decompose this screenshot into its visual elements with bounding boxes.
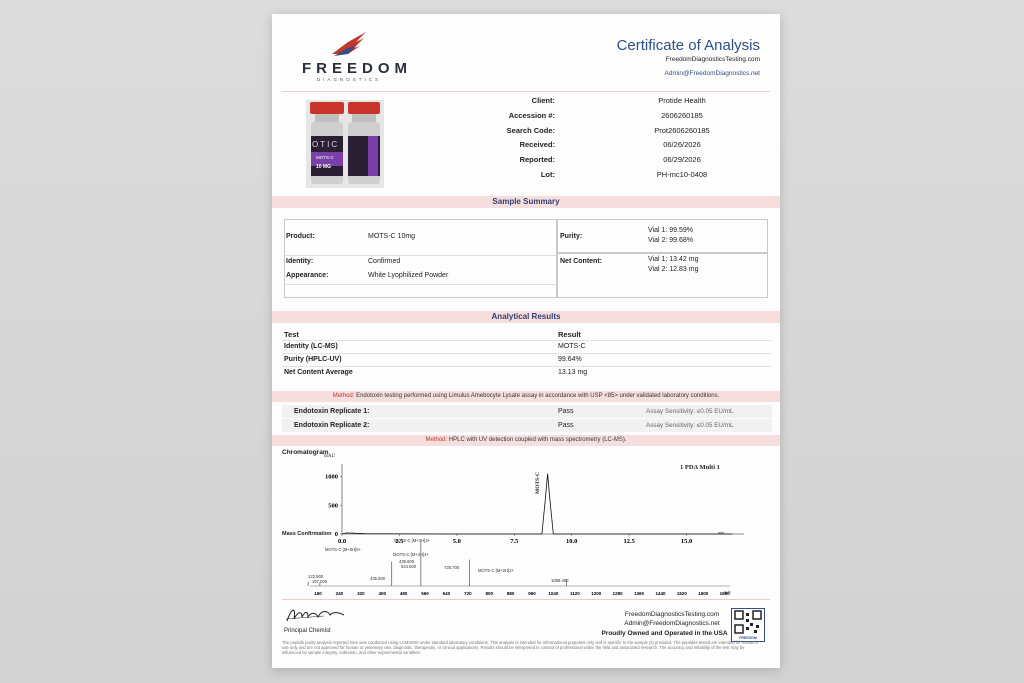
ms-tick-label: 1280 bbox=[613, 591, 624, 596]
brand-subtitle: DIAGNOSTICS bbox=[317, 77, 382, 82]
ms-value: 544.500 bbox=[401, 564, 417, 569]
divider bbox=[282, 91, 770, 92]
qr-code-icon[interactable]: FREEDOM bbox=[731, 608, 765, 642]
chromatogram-x-unit: min bbox=[718, 530, 725, 535]
header-email[interactable]: Admin@FreedomDiagnostics.net bbox=[665, 70, 760, 77]
document-title: Certificate of Analysis bbox=[616, 37, 760, 54]
ms-tick-label: 1120 bbox=[570, 591, 580, 596]
chromatogram-y-unit: mAU bbox=[324, 454, 336, 459]
info-row-accession: Accession #: 2606260185 bbox=[508, 111, 703, 120]
divider bbox=[282, 353, 772, 354]
ms-tick-label: 320 bbox=[357, 591, 365, 596]
result-value-net-content: 13.13 mg bbox=[558, 369, 588, 376]
ms-tick-label: 1040 bbox=[548, 591, 559, 596]
signer-role: Principal Chemist bbox=[284, 628, 331, 634]
info-row-lot: Lot: PH-mc10-0408 bbox=[540, 170, 708, 179]
ms-tick-label: 1600 bbox=[698, 591, 709, 596]
net-content-vial2: Vial 2: 12.83 mg bbox=[648, 266, 699, 273]
signature-image bbox=[285, 609, 345, 622]
hplc-method-note: Method: HPLC with UV detection coupled w… bbox=[272, 435, 780, 446]
y-tick-label: 1000 bbox=[325, 474, 338, 481]
purity-label: Purity: bbox=[560, 233, 583, 240]
footer-email[interactable]: Admin@FreedomDiagnostics.net bbox=[597, 620, 747, 627]
ms-tick-label: 960 bbox=[528, 591, 536, 596]
identity-value: Confirmed bbox=[368, 258, 401, 265]
net-content-label: Net Content: bbox=[560, 258, 602, 265]
vial-brand-text: OTIC bbox=[312, 140, 340, 149]
ms-tick-label: 400 bbox=[378, 591, 386, 596]
endotoxin-replicate-2-row: Endotoxin Replicate 2: Pass Assay Sensit… bbox=[282, 419, 772, 432]
footer-tagline: Proudly Owned and Operated in the USA bbox=[601, 630, 728, 637]
ms-tick-label: 640 bbox=[443, 591, 451, 596]
mass-spectrum-chart: 160 240 320 400 480 560 640 720 800 880 960 1040 112… bbox=[307, 542, 730, 596]
ms-tick-label: 1200 bbox=[591, 591, 602, 596]
col-test-header: Test bbox=[284, 330, 299, 339]
info-row-received: Received: 06/26/2026 bbox=[519, 140, 701, 149]
info-row-reported: Reported: 06/29/2026 bbox=[519, 155, 701, 164]
divider bbox=[284, 255, 557, 256]
ms-tick-label: 560 bbox=[421, 591, 429, 596]
purity-vial1: Vial 1: 99.59% bbox=[648, 227, 694, 234]
appearance-label: Appearance: bbox=[286, 272, 329, 279]
result-test-net-content: Net Content Average bbox=[284, 369, 353, 376]
ms-tick-label: 1360 bbox=[634, 591, 645, 596]
chromatogram-legend: 1 PDA Multi 1 bbox=[680, 464, 720, 471]
ms-tick-label: 480 bbox=[400, 591, 408, 596]
divider bbox=[282, 599, 770, 600]
brand-name: FREEDOM bbox=[302, 60, 412, 77]
footer-website[interactable]: FreedomDiagnosticsTesting.com bbox=[597, 611, 747, 618]
divider bbox=[284, 284, 557, 285]
result-value-purity: 99.64% bbox=[558, 356, 582, 363]
product-value: MOTS-C 10mg bbox=[368, 233, 416, 240]
info-row-search-code: Search Code: Prot2606260185 bbox=[506, 126, 710, 135]
ms-tick-label: 720 bbox=[464, 591, 472, 596]
ms-tick-label: 240 bbox=[336, 591, 344, 596]
ms-value: 167.000 bbox=[312, 579, 328, 584]
endotoxin-replicate-1-row: Endotoxin Replicate 1: Pass Assay Sensit… bbox=[282, 405, 772, 418]
ms-x-unit: m/z bbox=[724, 590, 731, 595]
appearance-value: White Lyophilized Powder bbox=[368, 272, 449, 279]
ms-tick-label: 160 bbox=[314, 591, 322, 596]
disclaimer-text: The peptide purity analysis reported her… bbox=[282, 640, 759, 656]
summary-left-box bbox=[284, 219, 557, 298]
ms-tick-label: 800 bbox=[485, 591, 493, 596]
result-test-identity: Identity (LC-MS) bbox=[284, 343, 338, 350]
ms-peak-label-3h: MOTS-C [M+3H]3+ bbox=[394, 538, 431, 543]
ms-tick-label: 1440 bbox=[655, 591, 666, 596]
product-label: Product: bbox=[286, 233, 315, 240]
endotoxin-method-note: Method: Endotoxin testing performed usin… bbox=[272, 391, 780, 402]
divider bbox=[282, 340, 772, 341]
eagle-logo-icon bbox=[332, 32, 366, 56]
y-tick-label: 500 bbox=[328, 502, 338, 509]
ms-value: 435.600 bbox=[370, 576, 386, 581]
vial-dose-text: 10 MG bbox=[316, 164, 332, 170]
ms-value: 725.700 bbox=[444, 565, 460, 570]
result-value-identity: MOTS-C bbox=[558, 343, 586, 350]
ms-peak-label-2h: MOTS-C [M+2H]2+ bbox=[478, 568, 515, 573]
sample-summary-heading: Sample Summary bbox=[272, 196, 780, 208]
ms-tick-label: 880 bbox=[507, 591, 515, 596]
identity-label: Identity: bbox=[286, 258, 314, 265]
purity-vial2: Vial 2: 99.68% bbox=[648, 237, 694, 244]
header-website[interactable]: FreedomDiagnosticsTesting.com bbox=[666, 56, 760, 63]
chromatogram-peak-label: MOTS-C bbox=[535, 472, 541, 494]
vial-product-text: MOTS-C bbox=[316, 155, 334, 160]
net-content-vial1: Vial 1: 13.42 mg bbox=[648, 256, 699, 263]
divider bbox=[282, 366, 772, 367]
summary-purity-box bbox=[557, 219, 768, 253]
info-row-client: Client: Protide Health bbox=[531, 96, 706, 105]
result-test-purity: Purity (HPLC-UV) bbox=[284, 356, 342, 363]
ms-tick-label: 1520 bbox=[677, 591, 688, 596]
ms-peak-label-4h: MOTS-C [M+4H]4+ bbox=[393, 552, 430, 557]
ms-value: 1088.400 bbox=[551, 578, 569, 583]
analytical-results-heading: Analytical Results bbox=[272, 311, 780, 323]
ms-peak-label-5h: MOTS-C [M+5H]5+ bbox=[325, 547, 362, 552]
col-result-header: Result bbox=[558, 330, 581, 339]
certificate-document: FREEDOM DIAGNOSTICS Certificate of Analy… bbox=[272, 14, 780, 668]
product-vials-photo: OTIC MOTS-C 10 MG bbox=[306, 100, 384, 188]
ms-value: 122.900 bbox=[308, 574, 324, 579]
